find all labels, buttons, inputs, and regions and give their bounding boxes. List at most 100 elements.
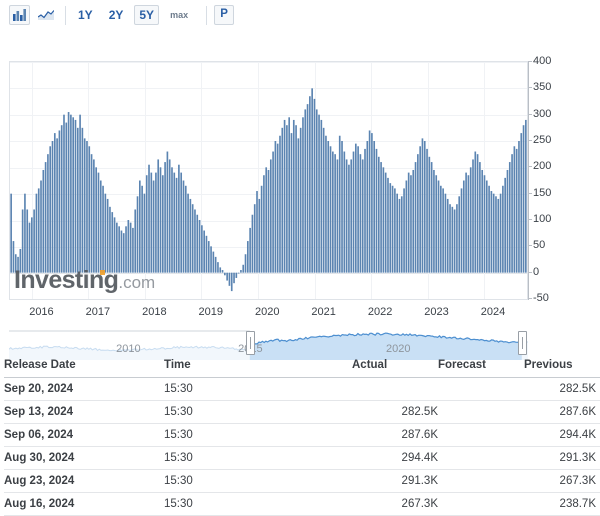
- chart-bar: [336, 159, 339, 273]
- chart-bar: [449, 204, 451, 273]
- chart-bar: [125, 226, 127, 273]
- column-header-actual[interactable]: Actual: [352, 356, 438, 378]
- chart-bar: [240, 270, 242, 273]
- chart-bar: [433, 169, 435, 273]
- table-row[interactable]: Aug 16, 2024 15:30 267.3K 238.7K: [4, 492, 600, 516]
- chart-bar: [288, 117, 290, 273]
- x-axis-labels: 2016 2017 2018 2019 2020 2021 2022 2023 2024: [9, 306, 528, 322]
- chart-bar: [389, 183, 392, 273]
- cell-actual: 294.4K: [352, 446, 438, 470]
- pattern-button[interactable]: P: [214, 5, 235, 25]
- chart-bar: [361, 159, 364, 273]
- chart-bar: [12, 241, 15, 273]
- chart-bar: [88, 146, 91, 273]
- chart-bar: [302, 117, 304, 273]
- chart-bar: [313, 98, 316, 273]
- chart-bar: [263, 175, 265, 273]
- chart-bars: [10, 88, 527, 292]
- chart-bar: [246, 241, 249, 273]
- chart-bar: [290, 133, 293, 273]
- chart-bar: [382, 167, 385, 273]
- table-row[interactable]: Sep 13, 2024 15:30 282.5K 287.6K: [4, 400, 600, 424]
- chart-bar: [479, 162, 481, 273]
- cell-forecast: [438, 469, 524, 493]
- x-axis-tick-label: 2024: [480, 306, 506, 318]
- chart-bar: [194, 209, 196, 273]
- toolbar-divider-2: [206, 5, 208, 25]
- chart-bar: [109, 206, 111, 273]
- chart-bar: [525, 119, 527, 273]
- chart-bar: [210, 246, 212, 273]
- chart-bar: [217, 262, 219, 273]
- chart-bar: [19, 248, 22, 273]
- chart-bar: [76, 127, 79, 273]
- chart-bar: [442, 188, 444, 273]
- chart-bar: [86, 141, 88, 273]
- y-axis-tick-label: 300: [533, 107, 552, 120]
- chart-bar: [272, 151, 274, 273]
- chart-bar: [394, 188, 396, 273]
- column-header-time[interactable]: Time: [164, 356, 352, 378]
- chart-bar: [171, 167, 173, 273]
- table-row[interactable]: Aug 30, 2024 15:30 294.4K 291.3K: [4, 446, 600, 470]
- chart-bar: [24, 193, 26, 273]
- chart-bar: [428, 156, 431, 273]
- chart-bar: [421, 138, 424, 273]
- chart-bar: [343, 151, 346, 273]
- chart-bar: [53, 133, 56, 273]
- chart-bar: [329, 146, 332, 273]
- cell-actual: 282.5K: [352, 400, 438, 424]
- column-header-release-date[interactable]: Release Date: [4, 356, 164, 378]
- chart-bar: [139, 180, 141, 273]
- chart-bar: [145, 175, 148, 273]
- chart-bar: [435, 175, 438, 273]
- chart-plot-area[interactable]: [9, 61, 528, 300]
- chart-bar: [357, 146, 359, 273]
- table-row[interactable]: Sep 20, 2024 15:30 282.5K: [4, 377, 600, 401]
- y-axis-tick-label: -50: [533, 292, 549, 304]
- chart-bar: [14, 254, 17, 273]
- navigator-handle-left[interactable]: [245, 331, 255, 355]
- table-row[interactable]: Aug 23, 2024 15:30 291.3K 267.3K: [4, 469, 600, 493]
- cell-time: 15:30: [164, 423, 352, 447]
- line-chart-type-button[interactable]: [34, 5, 58, 25]
- chart-bar: [488, 185, 490, 273]
- chart-bar: [237, 272, 240, 274]
- chart-bar: [143, 193, 146, 273]
- range-button-max[interactable]: max: [165, 5, 193, 25]
- chart-bar: [396, 193, 398, 273]
- chart-bar: [212, 251, 215, 273]
- chart-bar: [492, 193, 495, 273]
- table-row[interactable]: Sep 06, 2024 15:30 287.6K 294.4K: [4, 423, 600, 447]
- range-button-5y[interactable]: 5Y: [134, 5, 160, 25]
- chart-bar: [129, 222, 132, 273]
- chart-bar: [182, 180, 185, 273]
- range-button-2y[interactable]: 2Y: [104, 5, 129, 25]
- chart-bar: [191, 204, 194, 273]
- chart-bar: [414, 162, 417, 273]
- chart-bar: [249, 227, 251, 273]
- chart-bar: [65, 122, 68, 273]
- chart-bar: [462, 180, 465, 273]
- chart-bar: [141, 185, 143, 273]
- y-axis-tick-label: 200: [533, 160, 552, 173]
- column-header-forecast[interactable]: Forecast: [438, 356, 524, 378]
- chart-bar: [97, 172, 100, 273]
- cell-forecast: [438, 492, 524, 516]
- range-button-1y[interactable]: 1Y: [73, 5, 98, 25]
- chart-bar: [522, 125, 525, 273]
- chart-bar: [495, 196, 497, 273]
- chart-bar: [373, 141, 376, 273]
- chart-bar: [398, 198, 401, 273]
- chart-bar: [159, 167, 162, 273]
- chart-bar: [465, 172, 467, 273]
- chart-bar: [410, 175, 412, 273]
- bar-chart-type-button[interactable]: [9, 5, 30, 25]
- cell-forecast: [438, 377, 524, 401]
- chart-bar: [175, 177, 178, 273]
- chart-bar: [233, 272, 235, 284]
- chart-bar: [350, 159, 353, 273]
- navigator-handle-right[interactable]: [517, 331, 527, 355]
- x-axis-tick-label: 2017: [85, 306, 111, 318]
- column-header-previous[interactable]: Previous: [524, 356, 600, 378]
